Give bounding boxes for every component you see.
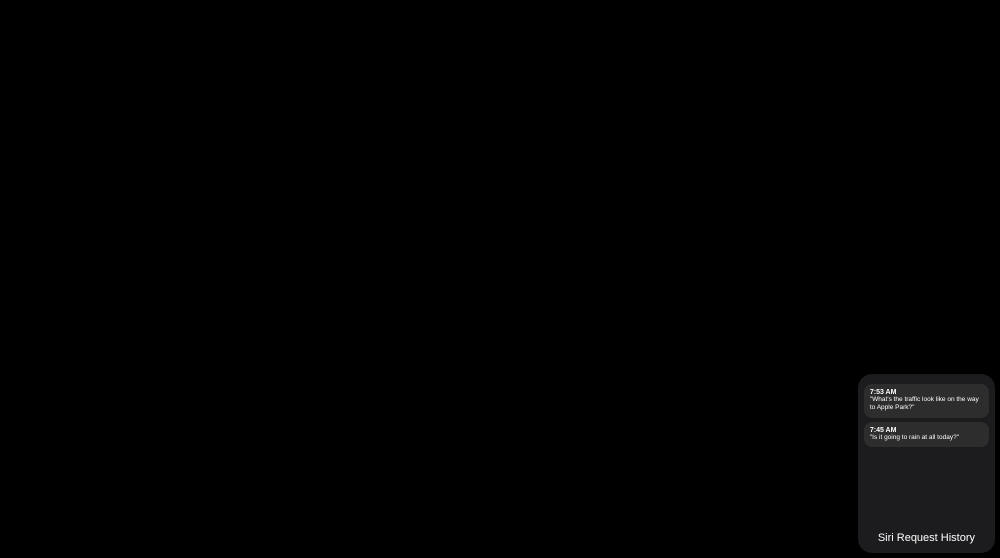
siri-message-2: 7:45 AM "Is it going to rain at all toda… bbox=[864, 422, 989, 447]
siri-text-2: "Is it going to rain at all today?" bbox=[870, 434, 983, 442]
siri-label: Siri Request History bbox=[878, 531, 975, 545]
siri-inner: 7:53 AM "What's the traffic look like on… bbox=[864, 382, 989, 527]
siri-text-1: "What's the traffic look like on the way… bbox=[870, 396, 983, 413]
main-grid: 7:53 AM "What's the traffic look like on… bbox=[0, 0, 1000, 558]
siri-time-1: 7:53 AM bbox=[870, 389, 983, 396]
siri-message-1: 7:53 AM "What's the traffic look like on… bbox=[864, 384, 989, 418]
card-siri: 7:53 AM "What's the traffic look like on… bbox=[858, 374, 995, 553]
siri-time-2: 7:45 AM bbox=[870, 427, 983, 434]
